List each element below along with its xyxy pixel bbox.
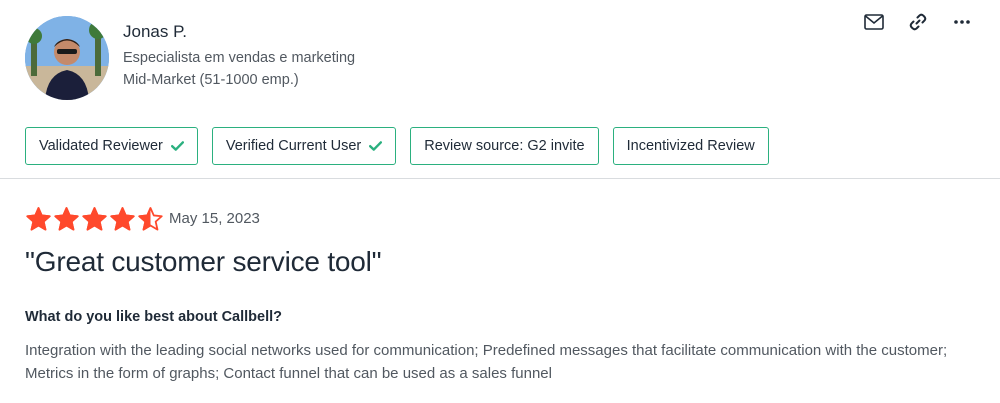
reviewer-company-segment: Mid-Market (51-1000 emp.) xyxy=(123,72,299,88)
review-answer: Integration with the leading social netw… xyxy=(25,342,948,382)
badge-validated-reviewer[interactable]: Validated Reviewer xyxy=(25,127,198,165)
badge-label: Review source: G2 invite xyxy=(424,138,585,154)
star-rating xyxy=(25,206,164,233)
section-divider xyxy=(0,178,1000,179)
badge-label: Validated Reviewer xyxy=(39,138,163,154)
check-icon xyxy=(170,141,184,151)
star-full-icon xyxy=(53,206,80,233)
star-full-icon xyxy=(109,206,136,233)
reviewer-name[interactable]: Jonas P. xyxy=(123,22,187,42)
check-icon xyxy=(369,141,383,151)
star-full-icon xyxy=(25,206,52,233)
reviewer-job-title: Especialista em vendas e marketing xyxy=(123,50,356,66)
star-half-icon xyxy=(137,206,164,233)
review-date: May 15, 2023 xyxy=(169,210,260,227)
reviewer-badges: Validated Reviewer Verified Current User… xyxy=(25,127,769,165)
badge-review-source[interactable]: Review source: G2 invite xyxy=(410,127,599,165)
reviewer-photo-icon xyxy=(25,16,109,100)
star-full-icon xyxy=(81,206,108,233)
badge-label: Verified Current User xyxy=(225,138,362,154)
more-icon[interactable] xyxy=(950,10,974,34)
review-title[interactable]: "Great customer service tool" xyxy=(25,246,382,278)
badge-verified-current-user[interactable]: Verified Current User xyxy=(211,127,397,165)
link-icon[interactable] xyxy=(906,10,930,34)
badge-label: Incentivized Review xyxy=(626,138,755,154)
mail-icon[interactable] xyxy=(862,10,886,34)
review-actions xyxy=(862,10,974,34)
badge-incentivized-review[interactable]: Incentivized Review xyxy=(612,127,769,165)
review-question: What do you like best about Callbell? xyxy=(25,309,282,325)
avatar[interactable] xyxy=(25,16,109,100)
